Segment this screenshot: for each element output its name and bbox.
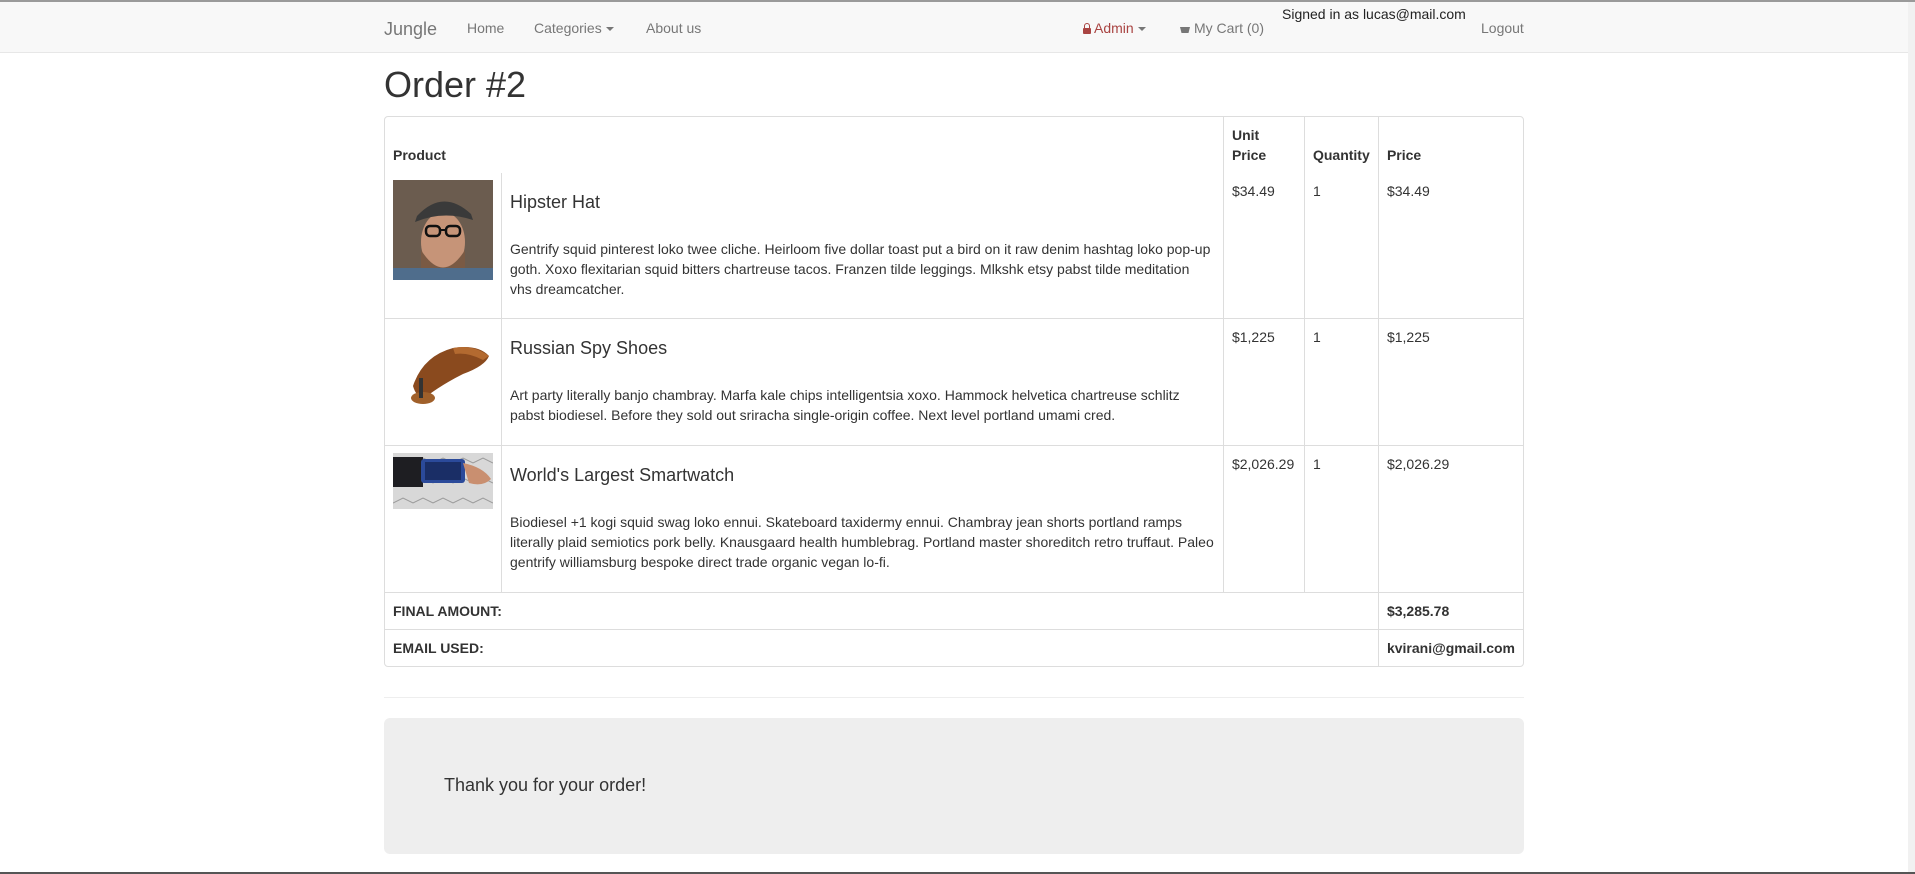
- product-image-cell: [385, 319, 502, 446]
- header-product: Product: [385, 117, 1224, 173]
- product-image-cell: [385, 446, 502, 593]
- chevron-down-icon: [1137, 27, 1146, 32]
- page-title: Order #2: [384, 64, 527, 105]
- nav-about-link[interactable]: About us: [646, 20, 701, 36]
- nav-home-link[interactable]: Home: [467, 20, 504, 36]
- shopping-cart-icon: [1180, 27, 1190, 33]
- nav-admin-dropdown[interactable]: Admin: [1083, 20, 1146, 36]
- price-cell: $1,225: [1378, 319, 1523, 446]
- table-row: World's Largest Smartwatch Biodiesel +1 …: [385, 446, 1523, 593]
- product-name: World's Largest Smartwatch: [510, 465, 735, 485]
- header-price: Price: [1386, 147, 1422, 163]
- product-image-smartwatch: [393, 453, 493, 509]
- unit-price-cell: $34.49: [1223, 173, 1305, 319]
- nav-admin-label: Admin: [1094, 20, 1134, 36]
- email-label: EMAIL USED:: [385, 630, 1379, 666]
- final-amount-label: FINAL AMOUNT:: [385, 593, 1379, 630]
- email-value: kvirani@gmail.com: [1386, 640, 1515, 656]
- brand-link[interactable]: Jungle: [384, 19, 437, 40]
- product-info-cell: Hipster Hat Gentrify squid pinterest lok…: [502, 173, 1224, 319]
- nav-logout-link[interactable]: Logout: [1481, 20, 1524, 36]
- table-header-row: Product Unit Price Quantity Price: [385, 117, 1523, 173]
- scrollbar[interactable]: [1908, 2, 1915, 872]
- price-cell: $2,026.29: [1378, 446, 1523, 593]
- lock-icon: [1083, 23, 1091, 34]
- table-row: Russian Spy Shoes Art party literally ba…: [385, 319, 1523, 446]
- table-row: Hipster Hat Gentrify squid pinterest lok…: [385, 173, 1523, 319]
- final-amount-row: FINAL AMOUNT: $3,285.78: [385, 593, 1523, 630]
- nav-cart-link[interactable]: My Cart (0): [1180, 20, 1264, 36]
- nav-categories-label: Categories: [534, 20, 602, 36]
- product-image-russian-spy-shoes: [393, 326, 493, 410]
- email-row: EMAIL USED: kvirani@gmail.com: [385, 630, 1523, 666]
- product-info-cell: World's Largest Smartwatch Biodiesel +1 …: [502, 446, 1224, 593]
- quantity-cell: 1: [1304, 446, 1379, 593]
- unit-price-cell: $2,026.29: [1223, 446, 1305, 593]
- header-quantity: Quantity: [1305, 117, 1379, 173]
- quantity-cell: 1: [1304, 319, 1379, 446]
- nav-categories-dropdown[interactable]: Categories: [534, 20, 614, 36]
- thank-you-panel: Thank you for your order!: [384, 718, 1524, 854]
- product-image-hipster-hat: [393, 180, 493, 280]
- product-description: Biodiesel +1 kogi squid swag loko ennui.…: [510, 514, 1214, 570]
- unit-price-cell: $1,225: [1223, 319, 1305, 446]
- chevron-down-icon: [605, 27, 614, 32]
- product-info-cell: Russian Spy Shoes Art party literally ba…: [502, 319, 1224, 446]
- nav-cart-label: My Cart (0): [1194, 20, 1264, 36]
- product-image-cell: [385, 173, 502, 319]
- header-unit-price: Unit Price: [1224, 117, 1305, 173]
- thank-you-message: Thank you for your order!: [444, 775, 647, 795]
- final-amount-value: $3,285.78: [1378, 593, 1523, 630]
- product-name: Hipster Hat: [510, 192, 601, 212]
- signed-in-text: Signed in as lucas@mail.com: [1282, 6, 1466, 22]
- navbar: Jungle Home Categories About us Admin My…: [0, 2, 1915, 53]
- product-name: Russian Spy Shoes: [510, 338, 668, 358]
- quantity-cell: 1: [1304, 173, 1379, 319]
- product-description: Gentrify squid pinterest loko twee clich…: [510, 241, 1211, 297]
- divider: [384, 697, 1524, 698]
- product-description: Art party literally banjo chambray. Marf…: [510, 387, 1180, 423]
- order-table: Product Unit Price Quantity Price Hipste…: [384, 116, 1524, 667]
- price-cell: $34.49: [1378, 173, 1523, 319]
